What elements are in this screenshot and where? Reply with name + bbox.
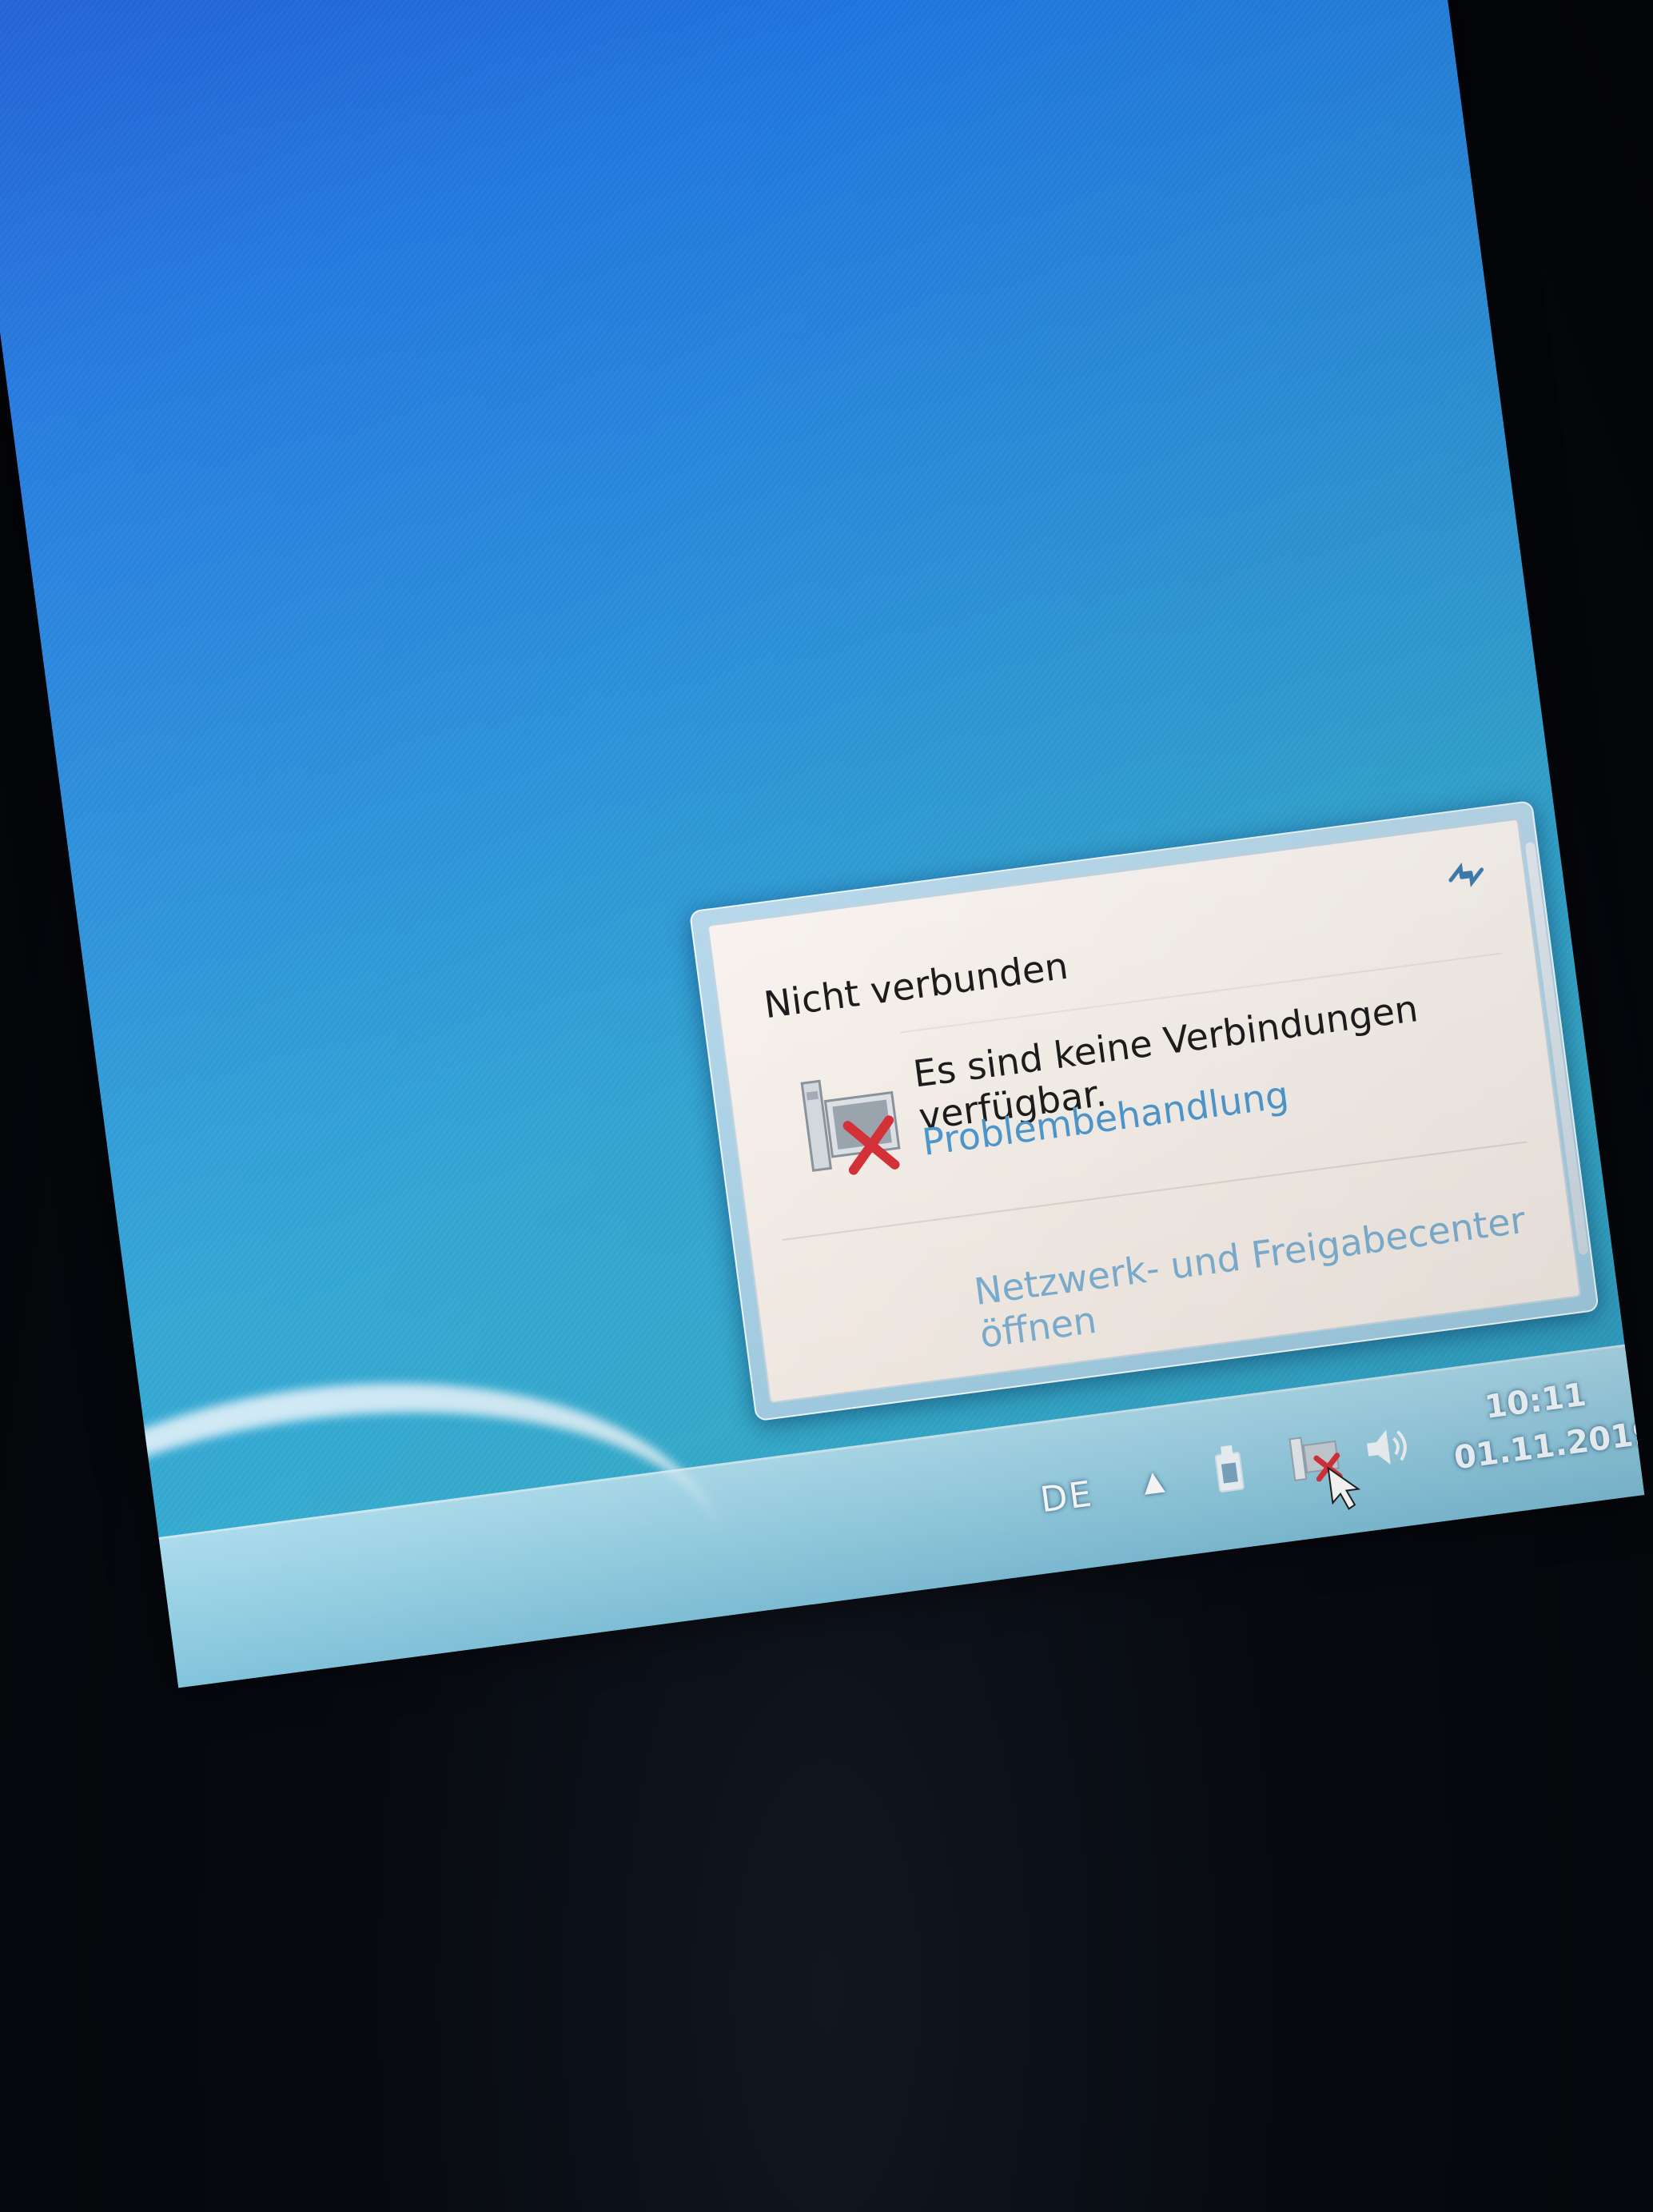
system-clock[interactable]: 10:11 01.11.2019: [1445, 1367, 1644, 1482]
network-status-popup: Nicht verbunden Es sind keine Verbindung…: [688, 799, 1599, 1422]
power-icon[interactable]: [1211, 1442, 1249, 1496]
network-disconnected-icon: [800, 1079, 901, 1175]
popup-title: Nicht verbunden: [761, 943, 1071, 1027]
photo-stage: Nicht verbunden Es sind keine Verbindung…: [0, 0, 1653, 2212]
language-indicator[interactable]: DE: [1038, 1473, 1096, 1521]
refresh-icon[interactable]: [1441, 853, 1491, 897]
screen: Nicht verbunden Es sind keine Verbindung…: [0, 0, 1645, 1688]
volume-icon[interactable]: [1361, 1421, 1416, 1473]
show-hidden-icons-button[interactable]: ▲: [1141, 1464, 1165, 1498]
mouse-cursor-icon: [1327, 1466, 1361, 1510]
popup-body: Nicht verbunden Es sind keine Verbindung…: [707, 818, 1582, 1404]
